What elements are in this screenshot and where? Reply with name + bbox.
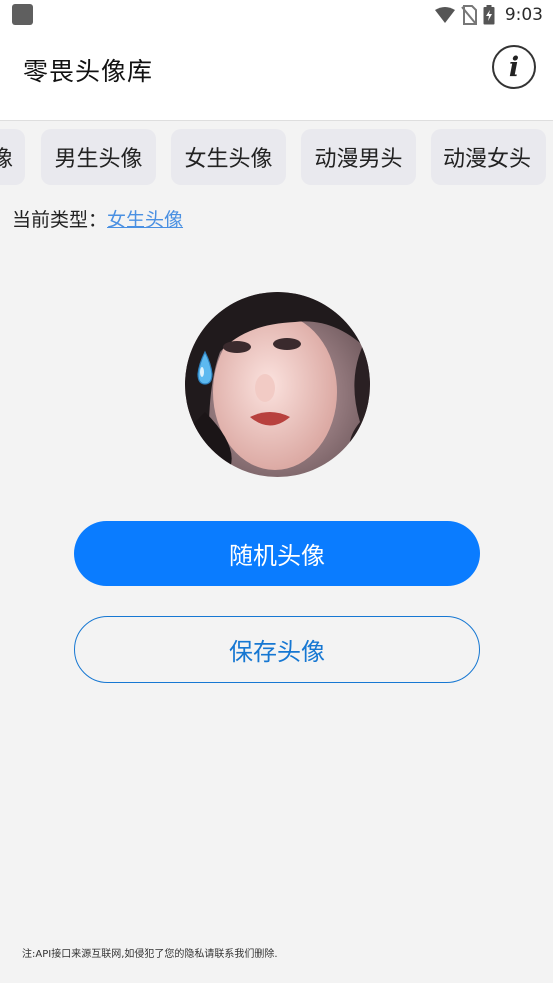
status-icons: 9:03 xyxy=(434,3,543,27)
app-notification-icon xyxy=(12,4,33,25)
save-avatar-button[interactable]: 保存头像 xyxy=(74,616,480,683)
battery-charging-icon xyxy=(483,5,495,25)
wifi-icon xyxy=(434,6,455,23)
current-type-value[interactable]: 女生头像 xyxy=(107,209,183,231)
status-time: 9:03 xyxy=(504,5,543,25)
app-title: 零畏头像库 xyxy=(23,57,154,86)
tab-anime-male[interactable]: 动漫男头 xyxy=(301,129,416,185)
current-type-label: 当前类型： xyxy=(12,209,108,231)
tab-female-avatar[interactable]: 女生头像 xyxy=(171,129,286,185)
tab-partial[interactable]: 像 xyxy=(0,129,25,185)
info-icon: i xyxy=(508,51,520,83)
tab-anime-female[interactable]: 动漫女头 xyxy=(431,129,546,185)
random-avatar-button[interactable]: 随机头像 xyxy=(74,521,480,586)
no-sim-icon xyxy=(461,5,477,25)
info-button[interactable]: i xyxy=(492,45,536,89)
avatar xyxy=(185,292,370,477)
app-bar: 零畏头像库 i xyxy=(0,30,553,121)
category-tabs: 像 男生头像 女生头像 动漫男头 动漫女头 xyxy=(0,129,553,185)
footer-disclaimer: 注:API接口来源互联网,如侵犯了您的隐私请联系我们删除. xyxy=(22,949,278,960)
tab-male-avatar[interactable]: 男生头像 xyxy=(41,129,156,185)
current-type: 当前类型：女生头像 xyxy=(12,205,183,232)
avatar-image xyxy=(185,292,370,477)
status-bar: 9:03 xyxy=(0,0,553,30)
